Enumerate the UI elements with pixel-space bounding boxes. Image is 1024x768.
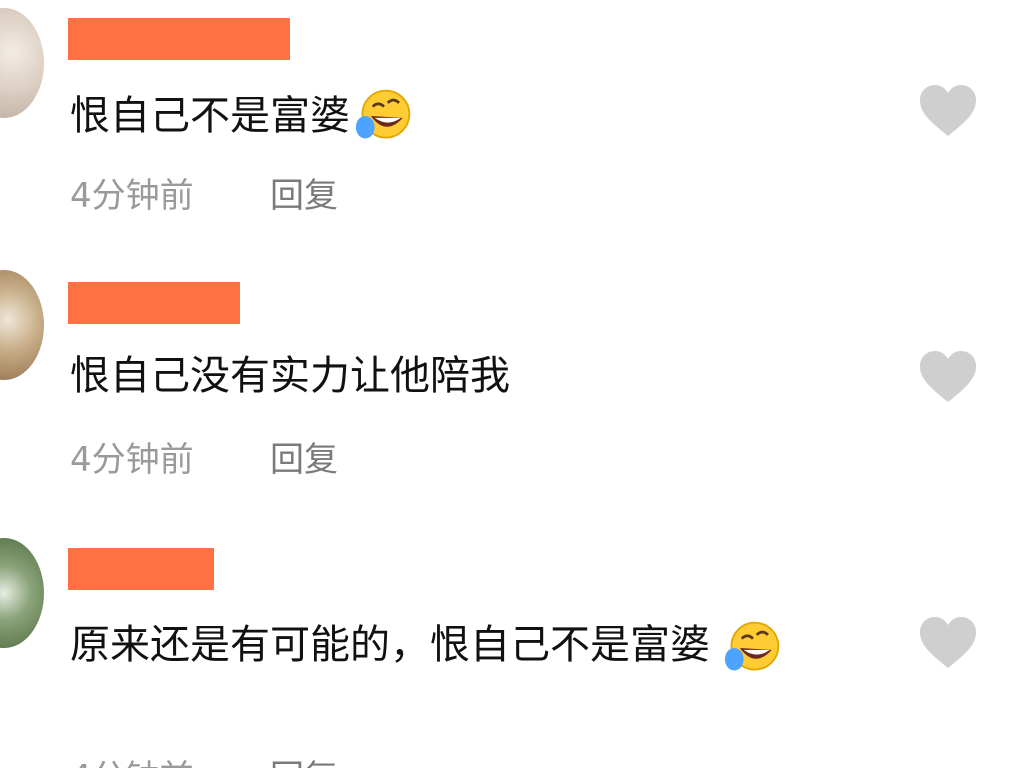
comment-meta: 4分钟前 回复 [70, 168, 338, 217]
like-button[interactable] [918, 84, 978, 138]
comment-text: 原来还是有可能的，恨自己不是富婆 [70, 622, 710, 668]
like-button[interactable] [918, 350, 978, 404]
reply-button[interactable]: 回复 [270, 750, 338, 768]
comment-item: 恨自己没有实力让他陪我 4分钟前 回复 [0, 270, 1024, 520]
comment-item: 原来还是有可能的，恨自己不是富婆 4分钟前 回复 [0, 536, 1024, 768]
reply-button[interactable]: 回复 [270, 168, 338, 217]
avatar[interactable] [0, 538, 44, 648]
comment-text-row: 恨自己不是富婆 [70, 86, 414, 146]
comment-text-row: 原来还是有可能的，恨自己不是富婆 [70, 616, 860, 678]
avatar[interactable] [0, 8, 44, 118]
heart-icon [920, 617, 976, 668]
comment-meta: 4分钟前 回复 [70, 432, 338, 481]
comment-list: 恨自己不是富婆 4分钟前 回复 恨自己没有实力让他陪我 4分钟前 回复 原来还是… [0, 0, 1024, 768]
comment-time: 4分钟前 [70, 176, 194, 216]
username-redacted[interactable] [68, 18, 290, 60]
username-redacted[interactable] [68, 282, 240, 324]
comment-meta: 4分钟前 回复 [70, 750, 338, 768]
username-redacted[interactable] [68, 548, 214, 590]
comment-text: 恨自己没有实力让他陪我 [70, 353, 510, 399]
heart-icon [920, 351, 976, 402]
rolling-laughing-emoji [355, 89, 411, 139]
comment-text-row: 恨自己没有实力让他陪我 [70, 350, 510, 402]
comment-time: 4分钟前 [70, 750, 270, 768]
avatar[interactable] [0, 270, 44, 380]
heart-icon [920, 85, 976, 136]
comment-time: 4分钟前 [70, 440, 194, 480]
reply-button[interactable]: 回复 [270, 432, 338, 481]
rolling-laughing-emoji [724, 621, 779, 671]
like-button[interactable] [918, 616, 978, 670]
comment-item: 恨自己不是富婆 4分钟前 回复 [0, 0, 1024, 260]
comment-text: 恨自己不是富婆 [70, 93, 350, 139]
